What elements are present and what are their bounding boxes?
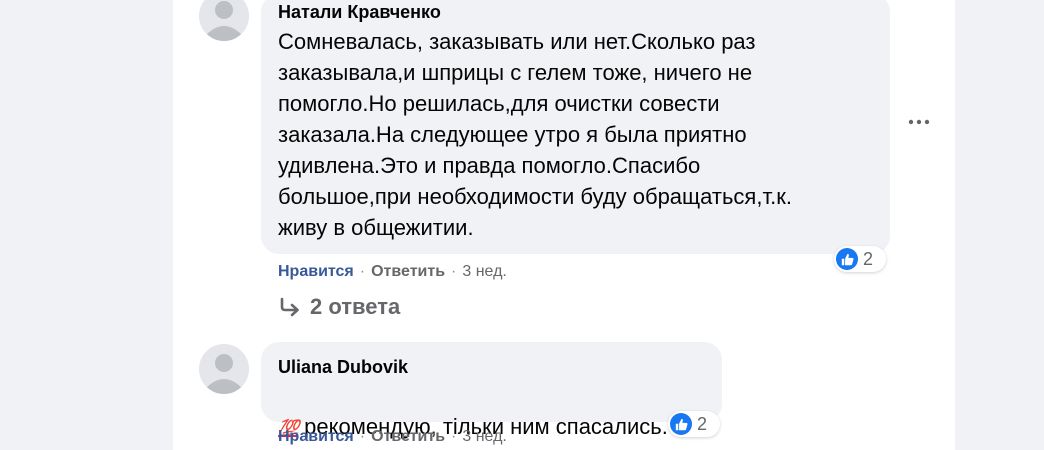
reaction-summary[interactable]: 2 xyxy=(834,246,886,272)
view-replies-link[interactable]: 2 ответа xyxy=(278,294,400,320)
reaction-summary[interactable]: 2 xyxy=(668,411,720,437)
comment-actions: Нравится · Ответить · 3 нед. xyxy=(278,262,507,282)
avatar[interactable] xyxy=(199,344,249,394)
like-icon xyxy=(670,413,692,435)
comment-author[interactable]: Uliana Dubovik xyxy=(278,356,705,378)
reaction-count: 2 xyxy=(697,413,708,434)
separator: · xyxy=(451,263,457,280)
reply-button[interactable]: Ответить xyxy=(371,263,445,280)
comment-bubble: Uliana Dubovik 💯 рекомендую, тільки ним с… xyxy=(261,342,722,439)
reply-arrow-icon xyxy=(280,297,299,317)
comment-actions: Нравится · Ответить · 3 нед. xyxy=(278,427,507,447)
comment-timestamp[interactable]: 3 нед. xyxy=(462,263,507,280)
more-options-button[interactable] xyxy=(906,112,932,132)
comment-timestamp[interactable]: 3 нед. xyxy=(462,428,507,445)
more-options-icon xyxy=(908,119,930,125)
reply-button[interactable]: Ответить xyxy=(371,428,445,445)
replies-count-label: 2 ответа xyxy=(310,294,401,319)
separator: · xyxy=(451,428,457,445)
comment-bubble: Натали Кравченко Сомневалась, заказывать… xyxy=(261,0,890,254)
reaction-count: 2 xyxy=(863,248,874,269)
like-button[interactable]: Нравится xyxy=(278,263,354,280)
separator: · xyxy=(359,263,366,280)
comment-author[interactable]: Натали Кравченко xyxy=(278,1,873,23)
like-icon xyxy=(836,248,858,270)
comment-text: Сомневалась, заказывать или нет.Сколько … xyxy=(278,29,792,240)
separator: · xyxy=(359,428,366,445)
like-button[interactable]: Нравится xyxy=(278,428,354,445)
default-avatar-icon xyxy=(199,344,249,394)
